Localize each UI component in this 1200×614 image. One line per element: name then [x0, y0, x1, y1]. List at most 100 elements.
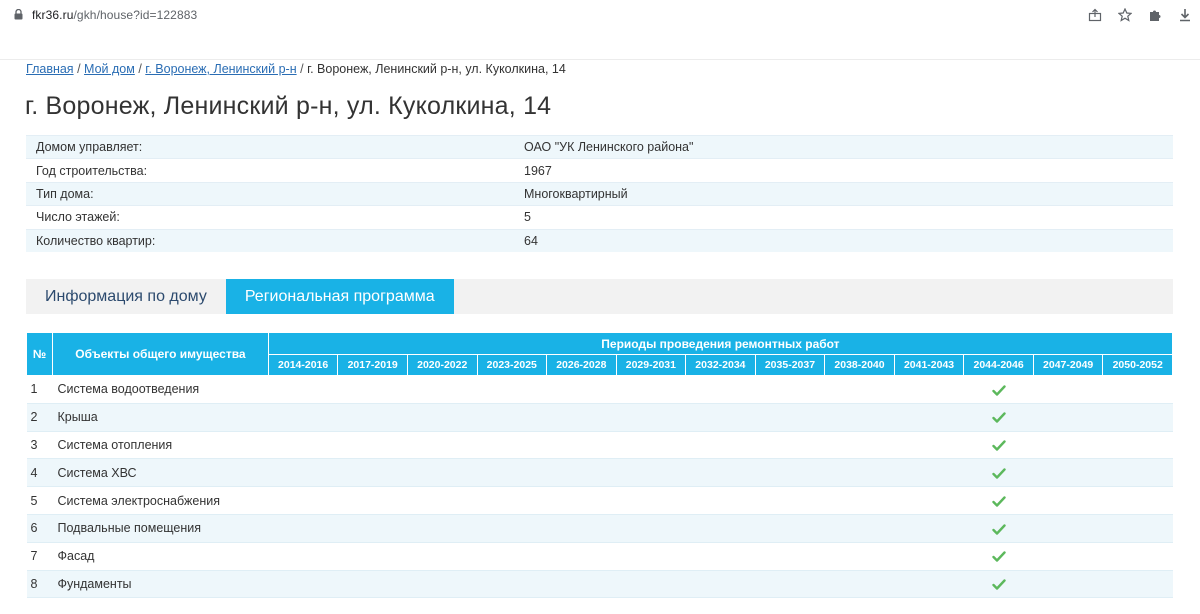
period-cell: [407, 514, 477, 543]
period-cell: [268, 431, 338, 460]
info-label: Число этажей:: [26, 205, 514, 230]
object-name: Система ХВС: [52, 458, 269, 488]
check-icon: [991, 551, 1006, 563]
period-cell: [685, 431, 756, 460]
column-header-periods: Периоды проведения ремонтных работ: [267, 332, 1174, 355]
check-icon: [991, 579, 1006, 590]
period-cell: [755, 514, 825, 543]
period-cell: [268, 403, 338, 432]
period-cell: [1033, 431, 1103, 460]
download-icon[interactable]: [1170, 5, 1200, 25]
period-cell: [546, 542, 617, 571]
period-cell: [824, 514, 895, 543]
period-cell: [894, 403, 964, 432]
tab-house-info[interactable]: Информация по дому: [26, 279, 226, 314]
period-cell: [1102, 514, 1173, 543]
period-cell: [337, 458, 408, 488]
period-header: 2044-2046: [963, 354, 1034, 376]
period-cell: [546, 431, 617, 460]
period-cell: [268, 570, 338, 599]
period-cell: [755, 458, 825, 488]
period-cell: [685, 514, 756, 543]
row-number: 6: [26, 514, 53, 543]
share-icon[interactable]: [1080, 5, 1110, 25]
period-cell: [337, 375, 408, 404]
period-cell: [268, 542, 338, 571]
extensions-icon[interactable]: [1140, 5, 1170, 25]
period-cell: [477, 486, 547, 515]
period-cell: [1102, 375, 1173, 404]
period-cell: [685, 486, 756, 515]
period-cell: [407, 486, 477, 515]
period-cell: [824, 458, 895, 488]
period-cell: [755, 542, 825, 571]
period-cell: [407, 403, 477, 432]
period-cell: [407, 570, 477, 599]
info-value: ОАО "УК Ленинского района": [514, 134, 1173, 159]
period-cell: [337, 403, 408, 432]
row-number: 4: [26, 458, 53, 488]
period-cell: [963, 570, 1034, 599]
period-cell: [1102, 570, 1173, 599]
period-cell: [268, 375, 338, 404]
period-cell: [685, 375, 756, 404]
period-cell: [1033, 375, 1103, 404]
breadcrumb-home-link[interactable]: Главная: [26, 62, 74, 76]
check-icon: [991, 496, 1006, 507]
table-row: 2 Крыша: [26, 403, 1173, 432]
period-cell: [1033, 542, 1103, 571]
period-header: 2023-2025: [476, 354, 548, 376]
breadcrumb-my-house-link[interactable]: Мой дом: [84, 62, 135, 76]
object-name: Крыша: [52, 403, 269, 432]
house-info-table: Домом управляет: ОАО "УК Ленинского райо…: [26, 134, 1173, 253]
period-cell: [477, 431, 547, 460]
column-header-object: Объекты общего имущества: [51, 332, 269, 376]
period-header: 2050-2052: [1102, 354, 1173, 376]
period-cell: [477, 403, 547, 432]
period-cell: [337, 570, 408, 599]
period-cell: [337, 514, 408, 543]
table-row: 3 Система отопления: [26, 431, 1173, 460]
tab-regional-program[interactable]: Региональная программа: [225, 279, 454, 314]
check-icon: [991, 440, 1006, 451]
page-title: г. Воронеж, Ленинский р-н, ул. Куколкина…: [25, 92, 552, 120]
object-name: Система электроснабжения: [52, 486, 269, 515]
period-cell: [477, 375, 547, 404]
object-name: Система водоотведения: [52, 375, 269, 404]
period-cell: [1102, 486, 1173, 515]
browser-address-bar: fkr36.ru/gkh/house?id=122883: [0, 0, 1200, 30]
period-cell: [477, 542, 547, 571]
info-value: 1967: [514, 158, 1173, 183]
url-path: /gkh/house?id=122883: [73, 8, 198, 22]
check-icon: [991, 468, 1006, 479]
period-cell: [268, 486, 338, 515]
period-cell: [546, 514, 617, 543]
period-cell: [546, 570, 617, 599]
period-cell: [546, 403, 617, 432]
info-label: Год строительства:: [26, 158, 514, 183]
breadcrumb-current: г. Воронеж, Ленинский р-н, ул. Куколкина…: [307, 62, 566, 76]
period-cell: [755, 403, 825, 432]
period-cell: [963, 403, 1034, 432]
period-cell: [616, 458, 686, 488]
table-row: 5 Система электроснабжения: [26, 486, 1173, 515]
period-cell: [894, 514, 964, 543]
period-cell: [616, 431, 686, 460]
period-cell: [1033, 486, 1103, 515]
breadcrumb-district-link[interactable]: г. Воронеж, Ленинский р-н: [145, 62, 296, 76]
period-header: 2014-2016: [267, 354, 339, 376]
url-field[interactable]: fkr36.ru/gkh/house?id=122883: [32, 8, 197, 22]
period-cell: [824, 542, 895, 571]
object-name: Фундаменты: [52, 570, 269, 599]
row-number: 8: [26, 570, 53, 599]
star-icon[interactable]: [1110, 5, 1140, 25]
check-icon: [991, 412, 1006, 424]
period-cell: [894, 486, 964, 515]
table-row: 8 Фундаменты: [26, 570, 1173, 599]
period-cell: [477, 570, 547, 599]
period-cell: [337, 542, 408, 571]
period-cell: [894, 458, 964, 488]
period-cell: [268, 514, 338, 543]
period-cell: [685, 403, 756, 432]
table-row: 4 Система ХВС: [26, 458, 1173, 488]
